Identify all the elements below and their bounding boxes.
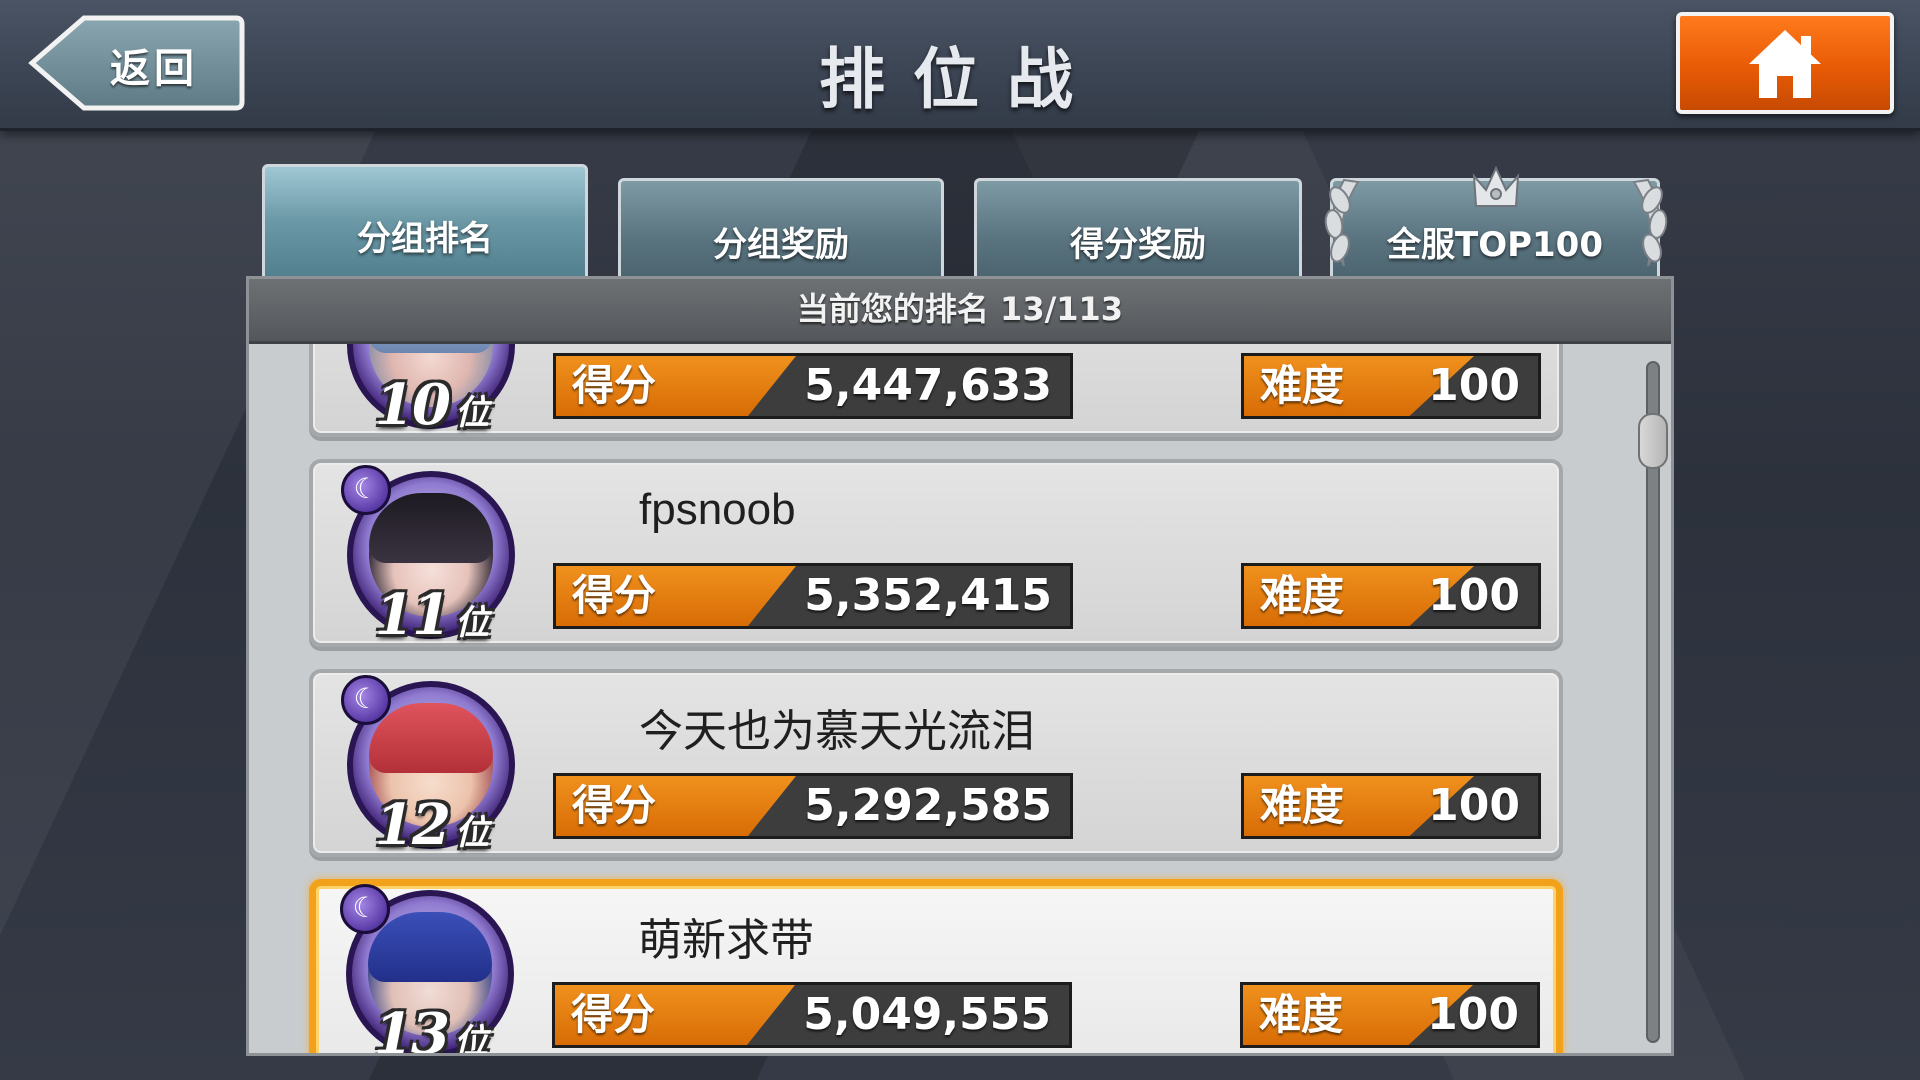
tab-group-ranking[interactable]: 分组排名: [262, 164, 588, 276]
score-label: 得分: [572, 361, 657, 410]
ranking-list[interactable]: 10位 得分 5,447,633 难度 100 ☾ 11位 fpsnoob: [249, 344, 1671, 1056]
tab-group-reward[interactable]: 分组奖励: [618, 178, 944, 276]
difficulty-label: 难度: [1260, 781, 1345, 830]
score-value: 5,352,415: [804, 570, 1052, 621]
tab-score-reward[interactable]: 得分奖励: [974, 178, 1302, 276]
tab-label: 分组奖励: [713, 225, 849, 265]
top-bar: 返回 排位战: [0, 0, 1920, 131]
player-name: 今天也为慕天光流泪: [639, 707, 1035, 756]
difficulty-bar: 难度 100: [1241, 773, 1541, 839]
difficulty-bar: 难度 100: [1241, 563, 1541, 629]
list-item[interactable]: ☾ 12 位 今天也为慕天光流泪 得分 5,292,585 难度 100: [309, 669, 1563, 857]
difficulty-value: 100: [1428, 780, 1520, 831]
crown-icon: [1472, 165, 1520, 207]
score-label: 得分: [572, 571, 657, 620]
difficulty-label: 难度: [1260, 361, 1345, 410]
score-bar: 得分 5,352,415: [553, 563, 1073, 629]
score-bar: 得分 5,292,585: [553, 773, 1073, 839]
difficulty-value: 100: [1428, 360, 1520, 411]
score-bar: 得分 5,447,633: [553, 353, 1073, 419]
player-name: fpsnoob: [639, 485, 796, 534]
moon-badge-icon: ☾: [341, 465, 391, 515]
score-value: 5,049,555: [803, 989, 1051, 1040]
score-value: 5,292,585: [804, 780, 1052, 831]
home-button[interactable]: [1676, 12, 1894, 114]
score-label: 得分: [571, 990, 656, 1039]
scrollbar-thumb[interactable]: [1638, 413, 1668, 469]
player-name: 萌新求带: [638, 916, 814, 965]
list-item[interactable]: 10 位 得分 5,447,633 难度 100: [309, 344, 1563, 437]
rank-number: 11 位: [375, 582, 489, 648]
score-bar: 得分 5,049,555: [552, 982, 1072, 1048]
tab-label: 分组排名: [357, 219, 493, 259]
difficulty-label: 难度: [1260, 571, 1345, 620]
difficulty-bar: 难度 100: [1240, 982, 1540, 1048]
rank-number: 13 位: [374, 1001, 488, 1056]
score-value: 5,447,633: [804, 360, 1052, 411]
difficulty-bar: 难度 100: [1241, 353, 1541, 419]
difficulty-label: 难度: [1259, 990, 1344, 1039]
ranking-panel: 当前您的排名 13/113 10 位 得分 5,447,633 难度 100 ☾…: [246, 276, 1674, 1056]
page-title: 排位战: [819, 41, 1101, 118]
moon-badge-icon: ☾: [341, 675, 391, 725]
rank-number: 10 位: [375, 372, 489, 438]
list-item[interactable]: ☾ 11 位 fpsnoob 得分 5,352,415 难度 100: [309, 459, 1563, 647]
laurel-wreath-icon: [1324, 165, 1668, 267]
list-item-current-player[interactable]: ☾ 13 位 萌新求带 得分 5,049,555 难度 100: [309, 879, 1563, 1056]
score-label: 得分: [572, 781, 657, 830]
tab-label: 得分奖励: [1070, 225, 1206, 265]
rank-number: 12 位: [375, 792, 489, 858]
difficulty-value: 100: [1428, 570, 1520, 621]
home-icon: [1749, 30, 1821, 98]
difficulty-value: 100: [1427, 989, 1519, 1040]
moon-badge-icon: ☾: [340, 884, 390, 934]
current-rank-header: 当前您的排名 13/113: [249, 279, 1671, 344]
